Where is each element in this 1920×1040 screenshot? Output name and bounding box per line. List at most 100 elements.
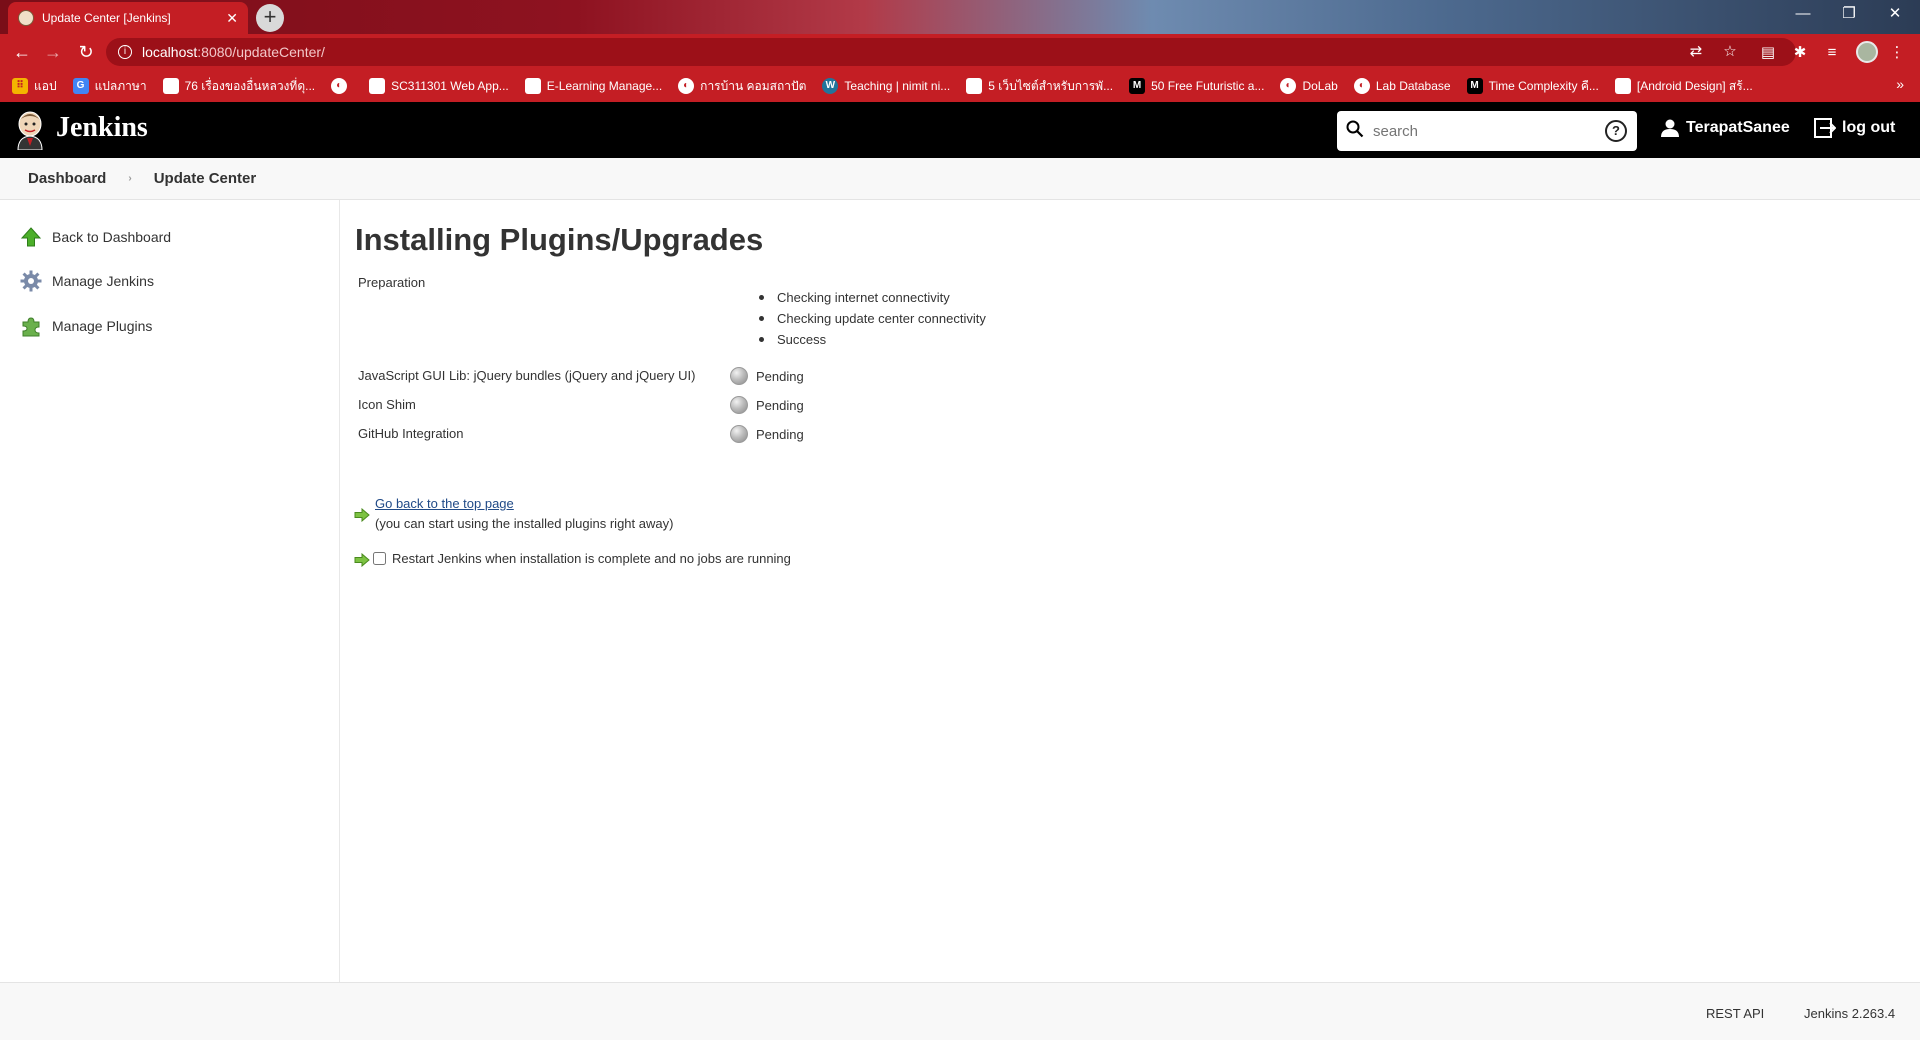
bookmark-item[interactable]: M 50 Free Futuristic a... — [1129, 78, 1264, 94]
bookmark-item[interactable]: 76 เรื่องของอื่นหลวงที่ดุ... — [162, 77, 316, 96]
rest-api-link[interactable]: REST API — [1706, 1006, 1764, 1021]
bookmark-label: การบ้าน คอมสถาปัต — [700, 78, 807, 93]
bookmark-item[interactable]: ◐ Lab Database — [1353, 78, 1451, 94]
bookmark-star-icon[interactable]: ☆ — [1720, 42, 1740, 62]
breadcrumb-separator-icon[interactable]: › — [128, 173, 131, 184]
globe-icon: ◐ — [1280, 78, 1297, 94]
plugin-status: Pending — [730, 367, 804, 385]
top-link-subtext: (you can start using the installed plugi… — [375, 516, 674, 531]
close-window-button[interactable]: ✕ — [1872, 0, 1918, 30]
main-content: Installing Plugins/Upgrades Preparation … — [340, 200, 1920, 982]
bookmark-label: 76 เรื่องของอื่นหลวงที่ดุ... — [184, 78, 316, 93]
status-text: Pending — [756, 368, 804, 384]
username-label: TerapatSanee — [1686, 119, 1790, 136]
plugin-name: GitHub Integration — [358, 426, 464, 441]
status-text: Pending — [756, 426, 804, 442]
bookmark-item[interactable]: G แปลภาษา — [72, 77, 147, 96]
site-icon — [966, 78, 983, 94]
new-tab-button[interactable]: + — [256, 4, 284, 32]
preparation-steps: Checking internet connectivity Checking … — [759, 287, 986, 350]
url-host: localhost — [142, 44, 198, 60]
bookmark-item[interactable]: W Teaching | nimit ni... — [822, 78, 950, 94]
gear-icon — [20, 270, 42, 292]
logout-link[interactable]: log out — [1814, 118, 1895, 138]
reload-button[interactable]: ↻ — [74, 40, 98, 64]
more-bookmarks-icon[interactable]: » — [1896, 76, 1904, 92]
jenkins-version-link[interactable]: Jenkins 2.263.4 — [1804, 1006, 1895, 1021]
bookmark-item[interactable]: ◐ — [331, 78, 353, 94]
search-input[interactable] — [1373, 122, 1605, 140]
user-link[interactable]: TerapatSanee — [1660, 118, 1790, 138]
profile-avatar[interactable] — [1856, 41, 1878, 63]
close-tab-icon[interactable]: ✕ — [226, 10, 238, 27]
sidebar-item-manage-plugins[interactable]: Manage Plugins — [20, 315, 152, 337]
bookmark-item[interactable]: ⠿ แอป — [12, 77, 57, 96]
up-arrow-icon — [20, 227, 42, 247]
minimize-button[interactable]: — — [1780, 0, 1826, 30]
site-info-icon[interactable]: i — [118, 45, 132, 59]
translate-icon[interactable]: ⇄ — [1686, 42, 1706, 62]
bookmark-label: Teaching | nimit ni... — [844, 79, 951, 93]
jenkins-favicon-icon — [18, 10, 34, 26]
pending-ball-icon — [730, 396, 748, 414]
bookmark-item[interactable]: SC311301 Web App... — [369, 78, 509, 94]
plugin-row: JavaScript GUI Lib: jQuery bundles (jQue… — [358, 367, 958, 388]
plugin-status: Pending — [730, 425, 804, 443]
tab-title: Update Center [Jenkins] — [42, 11, 171, 25]
restart-checkbox[interactable] — [373, 552, 386, 565]
bookmark-label: SC311301 Web App... — [391, 79, 509, 93]
bookmark-item[interactable]: M Time Complexity คื... — [1466, 77, 1599, 96]
jenkins-home-link[interactable]: Jenkins — [56, 112, 148, 144]
extensions-puzzle-icon[interactable]: ✱ — [1789, 42, 1811, 64]
go-back-top-page-link[interactable]: Go back to the top page — [375, 496, 514, 511]
bookmark-item[interactable]: [Android Design] สร้... — [1614, 77, 1753, 96]
plugin-status: Pending — [730, 396, 804, 414]
jenkins-header: Jenkins ? TerapatSanee log out — [0, 102, 1920, 158]
breadcrumb: Dashboard › Update Center — [0, 158, 1920, 200]
forward-button[interactable]: → — [41, 40, 65, 64]
media-queue-icon[interactable]: ≡ — [1821, 42, 1843, 64]
restart-option[interactable]: Restart Jenkins when installation is com… — [373, 551, 791, 566]
search-icon — [1337, 120, 1373, 143]
restart-label: Restart Jenkins when installation is com… — [392, 551, 791, 566]
url-path: :8080/updateCenter/ — [197, 44, 325, 60]
browser-menu-icon[interactable]: ⋮ — [1886, 42, 1908, 64]
back-button[interactable]: ← — [10, 40, 34, 64]
top-page-action: Go back to the top page (you can start u… — [354, 496, 954, 536]
help-icon[interactable]: ? — [1605, 120, 1627, 142]
browser-tab[interactable]: Update Center [Jenkins] ✕ — [8, 2, 248, 34]
preparation-label: Preparation — [358, 275, 426, 290]
sidebar-item-label: Manage Jenkins — [52, 273, 154, 289]
bookmark-item[interactable]: 5 เว็บไซต์สำหรับการพั... — [966, 77, 1113, 96]
bookmark-label: Time Complexity คื... — [1488, 78, 1599, 93]
breadcrumb-update-center[interactable]: Update Center — [154, 170, 257, 187]
page-title: Installing Plugins/Upgrades — [355, 222, 764, 257]
sidebar-item-manage-jenkins[interactable]: Manage Jenkins — [20, 270, 154, 292]
bookmark-item[interactable]: E-Learning Manage... — [524, 78, 662, 94]
puzzle-icon — [22, 317, 40, 337]
restore-button[interactable]: ❐ — [1826, 0, 1872, 30]
bookmark-item[interactable]: ◐ การบ้าน คอมสถาปัต — [678, 77, 806, 96]
status-text: Pending — [756, 397, 804, 413]
site-icon — [369, 78, 386, 94]
site-icon — [524, 78, 541, 94]
bookmark-item[interactable]: ◐ DoLab — [1280, 78, 1338, 94]
translate-icon: G — [72, 78, 89, 94]
sidebar-item-back-to-dashboard[interactable]: Back to Dashboard — [20, 226, 171, 248]
bookmark-label: แอป — [34, 78, 57, 93]
list-item: Checking internet connectivity — [759, 287, 986, 308]
right-arrow-icon — [354, 553, 370, 567]
reader-icon[interactable]: ▤ — [1757, 42, 1779, 64]
restart-action: Restart Jenkins when installation is com… — [354, 551, 954, 571]
medium-icon: M — [1129, 78, 1146, 94]
right-arrow-icon — [354, 508, 370, 522]
breadcrumb-dashboard[interactable]: Dashboard — [28, 170, 106, 187]
jenkins-logo-icon[interactable] — [14, 110, 46, 150]
list-item: Success — [759, 329, 986, 350]
bookmark-label: แปลภาษา — [94, 78, 147, 93]
bookmark-label: DoLab — [1302, 79, 1338, 93]
plugin-row: Icon Shim Pending — [358, 396, 958, 417]
address-bar[interactable]: i localhost:8080/updateCenter/ ⇄ ☆ — [106, 38, 1796, 66]
browser-toolbar: ← → ↻ i localhost:8080/updateCenter/ ⇄ ☆… — [0, 34, 1920, 70]
wordpress-icon: W — [822, 78, 839, 94]
